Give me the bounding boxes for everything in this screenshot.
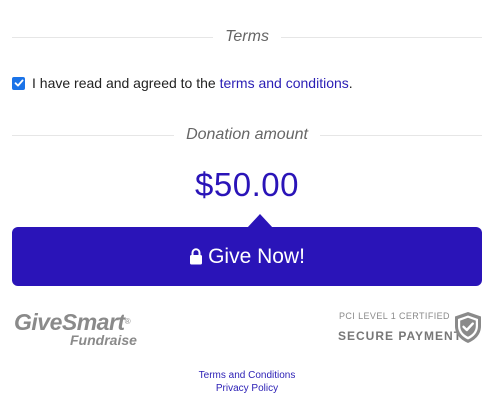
pci-level-text: PCI LEVEL 1 CERTIFIED — [339, 311, 450, 321]
terms-agreement-prefix: I have read and agreed to the — [32, 75, 220, 91]
divider-line-left — [12, 134, 175, 136]
terms-and-conditions-link[interactable]: terms and conditions — [220, 75, 349, 91]
secure-payment-text: SECURE PAYMENT — [338, 329, 463, 343]
terms-checkbox[interactable] — [12, 76, 25, 90]
give-now-button[interactable]: Give Now! — [12, 214, 482, 286]
button-notch — [247, 214, 273, 228]
footer-privacy-link[interactable]: Privacy Policy — [0, 382, 494, 395]
terms-section-divider: Terms — [12, 26, 483, 48]
terms-heading: Terms — [225, 28, 269, 45]
givesmart-logo-sub: Fundraise — [70, 332, 137, 348]
registered-mark: ® — [124, 317, 131, 326]
footer-terms-link[interactable]: Terms and Conditions — [0, 369, 494, 382]
pci-secure-payment-badge: PCI LEVEL 1 CERTIFIED SECURE PAYMENT — [337, 311, 485, 347]
give-now-label: Give Now! — [208, 244, 305, 268]
terms-agreement-row: I have read and agreed to the terms and … — [12, 74, 353, 92]
divider-line-left — [12, 36, 214, 38]
checkmark-icon — [14, 79, 23, 87]
divider-line-right — [319, 134, 483, 136]
terms-agreement-suffix: . — [348, 75, 353, 91]
donation-amount-heading: Donation amount — [186, 126, 308, 143]
shield-check-icon — [453, 311, 483, 349]
lock-icon — [189, 248, 203, 265]
footer-links: Terms and Conditions Privacy Policy — [0, 369, 494, 395]
donation-amount-value: $50.00 — [195, 166, 299, 203]
givesmart-logo: GiveSmart® Fundraise — [14, 310, 154, 350]
divider-line-right — [280, 36, 483, 38]
donation-amount-divider: Donation amount — [12, 124, 483, 146]
